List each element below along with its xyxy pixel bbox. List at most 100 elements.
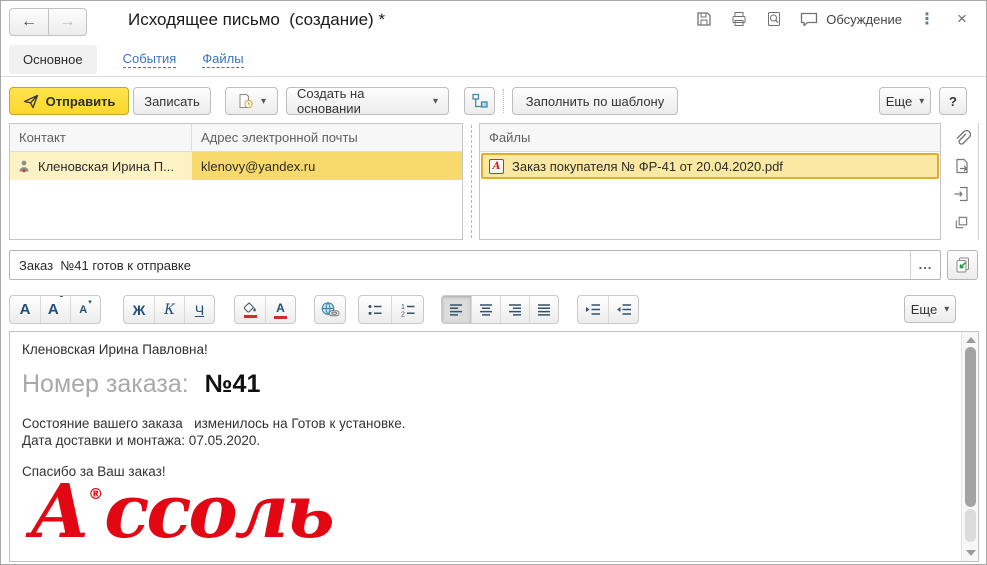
color-group: А xyxy=(234,295,296,324)
export-file-icon[interactable] xyxy=(952,156,972,176)
back-button[interactable]: ← xyxy=(10,9,48,35)
underline-button[interactable]: Ч xyxy=(184,296,214,323)
structure-icon xyxy=(471,93,489,109)
save-record-button[interactable]: Записать xyxy=(133,87,211,115)
increase-indent-button[interactable] xyxy=(578,296,608,323)
format-more-button[interactable]: Еще ▾ xyxy=(904,295,956,323)
order-label: Номер заказа: xyxy=(22,370,189,399)
email-cell[interactable]: klenovy@yandex.ru xyxy=(192,152,462,180)
subject-ellipsis-button[interactable]: ... xyxy=(910,251,940,279)
subject-input[interactable] xyxy=(9,250,941,280)
files-header[interactable]: Файлы xyxy=(480,124,940,152)
scroll-up-icon[interactable] xyxy=(966,337,976,343)
help-button[interactable]: ? xyxy=(939,87,967,115)
help-label: ? xyxy=(949,94,957,109)
tab-bar: Основное События Файлы xyxy=(9,43,244,75)
tab-main[interactable]: Основное xyxy=(9,45,97,74)
style-group: Ж К Ч xyxy=(123,295,215,324)
window-actions: Обсуждение ⋮ × xyxy=(694,9,972,29)
title-bar: ← → Исходящее письмо (создание) * Обсужд… xyxy=(1,1,986,41)
font-group: А А▴ А▾ xyxy=(9,295,101,324)
indent-group xyxy=(577,295,639,324)
tab-separator xyxy=(1,76,986,77)
align-left-button[interactable] xyxy=(442,296,471,323)
file-row[interactable]: A Заказ покупателя № ФР-41 от 20.04.2020… xyxy=(481,153,939,179)
files-panel: Файлы A Заказ покупателя № ФР-41 от 20.0… xyxy=(479,123,941,240)
defer-send-button[interactable]: ▾ xyxy=(225,87,278,115)
print-icon[interactable] xyxy=(729,9,749,29)
svg-text:1: 1 xyxy=(401,304,405,311)
document-clock-icon xyxy=(237,93,254,109)
increase-font-button[interactable]: А▴ xyxy=(40,296,70,323)
align-justify-button[interactable] xyxy=(529,296,558,323)
tab-files[interactable]: Файлы xyxy=(202,51,243,68)
italic-button[interactable]: К xyxy=(154,296,184,323)
link-group xyxy=(314,295,346,324)
more-button[interactable]: Еще ▾ xyxy=(879,87,931,115)
align-center-button[interactable] xyxy=(471,296,500,323)
scroll-down-icon[interactable] xyxy=(966,550,976,556)
align-group xyxy=(441,295,559,324)
outgoing-email-window: ← → Исходящее письмо (создание) * Обсужд… xyxy=(0,0,987,565)
fill-by-template-button[interactable]: Заполнить по шаблону xyxy=(512,87,678,115)
highlight-color-button[interactable] xyxy=(235,296,265,323)
svg-text:2: 2 xyxy=(401,311,405,317)
tab-events[interactable]: События xyxy=(123,51,177,68)
email-column-header[interactable]: Адрес электронной почты xyxy=(192,124,462,151)
import-file-icon[interactable] xyxy=(952,184,972,204)
scrollbar-thumb[interactable] xyxy=(965,347,976,507)
font-color-button[interactable]: А xyxy=(265,296,295,323)
insert-template-icon xyxy=(954,256,972,274)
logo-first-letter: А xyxy=(30,469,87,555)
delivery-line: Дата доставки и монтажа: 07.05.2020. xyxy=(22,433,948,448)
more-caret-icon: ▾ xyxy=(919,96,924,107)
recipient-row[interactable]: Кленовская Ирина П... klenovy@yandex.ru xyxy=(10,152,462,180)
windows-icon[interactable] xyxy=(952,212,972,232)
font-button[interactable]: А xyxy=(10,296,40,323)
format-toolbar: А А▴ А▾ Ж К Ч А xyxy=(1,292,986,328)
align-right-button[interactable] xyxy=(500,296,529,323)
paperclip-icon[interactable] xyxy=(952,128,972,148)
contact-cell[interactable]: Кленовская Ирина П... xyxy=(10,152,192,180)
person-icon xyxy=(17,159,31,173)
decrease-indent-button[interactable] xyxy=(608,296,638,323)
create-based-on-caret-icon: ▾ xyxy=(433,96,438,107)
list-group: 12 xyxy=(358,295,424,324)
recipients-header: Контакт Адрес электронной почты xyxy=(10,124,462,152)
numbered-list-button[interactable]: 12 xyxy=(391,296,423,323)
body-scrollbar[interactable] xyxy=(961,332,978,561)
registered-mark: ® xyxy=(88,485,103,503)
attachments-sidebar xyxy=(945,123,979,240)
status-line: Состояние вашего заказа изменилось на Го… xyxy=(22,416,948,431)
decrease-font-button[interactable]: А▾ xyxy=(70,296,100,323)
order-line: Номер заказа: №41 xyxy=(22,370,948,399)
insert-template-button[interactable] xyxy=(947,250,978,280)
format-more-caret-icon: ▾ xyxy=(944,304,949,315)
email-body-editor: Кленовская Ирина Павловна! Номер заказа:… xyxy=(9,331,979,562)
fill-by-template-label: Заполнить по шаблону xyxy=(526,94,664,109)
menu-dots-icon[interactable]: ⋮ xyxy=(917,9,937,29)
subordination-structure-button[interactable] xyxy=(464,87,495,115)
recipients-panel: Контакт Адрес электронной почты Кленовск… xyxy=(9,123,463,240)
command-bar-separator xyxy=(503,89,504,113)
panel-splitter[interactable] xyxy=(471,125,472,238)
bullet-list-button[interactable] xyxy=(359,296,391,323)
contact-column-header[interactable]: Контакт xyxy=(10,124,192,151)
email-body-content[interactable]: Кленовская Ирина Павловна! Номер заказа:… xyxy=(10,332,960,561)
defer-caret-icon: ▾ xyxy=(261,96,266,107)
order-number: №41 xyxy=(205,370,261,399)
company-logo: А®ссоль xyxy=(30,475,948,549)
send-button[interactable]: Отправить xyxy=(9,87,129,115)
create-based-on-button[interactable]: Создать на основании ▾ xyxy=(286,87,449,115)
forward-button[interactable]: → xyxy=(48,9,86,35)
discussion-label[interactable]: Обсуждение xyxy=(826,12,902,27)
hyperlink-icon[interactable] xyxy=(315,296,345,323)
close-icon[interactable]: × xyxy=(952,9,972,29)
contact-name: Кленовская Ирина П... xyxy=(38,159,174,174)
increase-caret-icon: ▴ xyxy=(60,295,64,299)
bold-button[interactable]: Ж xyxy=(124,296,154,323)
preview-icon[interactable] xyxy=(764,9,784,29)
save-icon[interactable] xyxy=(694,9,714,29)
discussion-icon[interactable] xyxy=(799,9,819,29)
logo-rest: ссоль xyxy=(104,469,331,555)
